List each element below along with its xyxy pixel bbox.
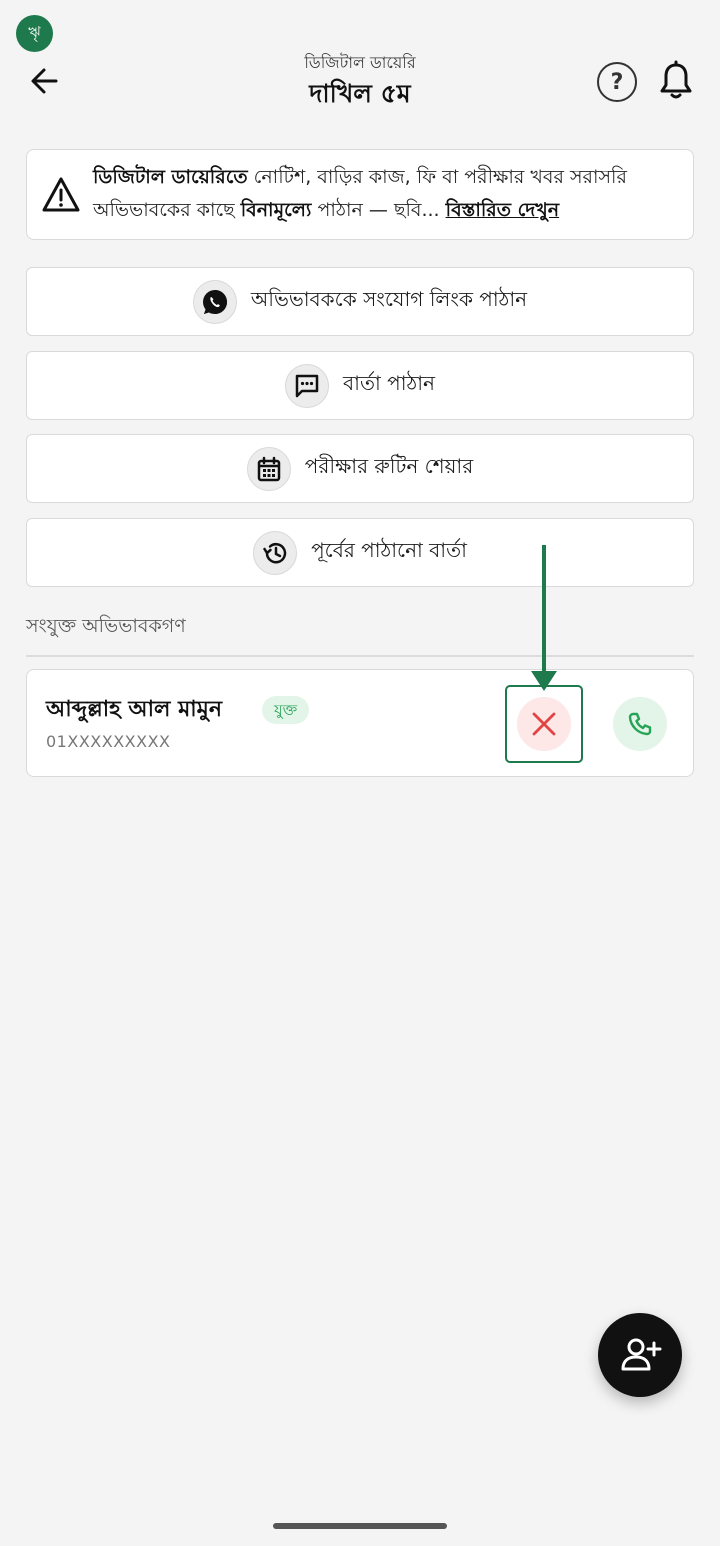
action-label: পরীক্ষার রুটিন শেয়ার (304, 454, 474, 478)
message-icon (285, 363, 330, 408)
status-badge: যুক্ত (262, 696, 310, 724)
call-guardian-button[interactable] (613, 697, 667, 751)
see-details-link[interactable]: বিস্তারিত দেখুন (446, 199, 559, 221)
home-indicator[interactable] (273, 1523, 447, 1529)
notice-bold-mid: বিনামূল্যে (240, 199, 312, 221)
bell-icon (660, 60, 692, 99)
send-message-button[interactable]: বার্তা পাঠান (26, 351, 694, 420)
annotation-arrow (531, 545, 557, 691)
action-label: অভিভাবককে সংযোগ লিংক পাঠান (250, 287, 528, 311)
notice-text: ডিজিটাল ডায়েরিতে নোটিশ, বাড়ির কাজ, ফি … (93, 161, 679, 227)
send-connect-link-button[interactable]: অভিভাবককে সংযোগ লিংক পাঠান (26, 267, 694, 336)
notice-text-2: পাঠান — ছবি... (311, 199, 446, 221)
previous-messages-button[interactable]: পূর্বের পাঠানো বার্তা (26, 518, 694, 587)
remove-guardian-button[interactable] (517, 697, 571, 751)
guardian-phone: 01XXXXXXXXX (46, 732, 171, 751)
action-label: বার্তা পাঠান (343, 371, 435, 395)
connected-guardians-heading: সংযুক্ত অভিভাবকগণ (26, 615, 186, 637)
app-status-badge: ৠ (16, 15, 53, 52)
help-icon: ? (610, 69, 624, 95)
warning-icon (42, 177, 80, 212)
add-guardian-button[interactable] (598, 1313, 682, 1397)
notice-bold-lead: ডিজিটাল ডায়েরিতে (93, 166, 248, 188)
history-icon (253, 530, 298, 575)
guardian-list-item: আব্দুল্লাহ আল মামুন যুক্ত 01XXXXXXXXX (26, 669, 694, 777)
calendar-icon (246, 446, 291, 491)
close-icon (532, 712, 556, 736)
guardian-name: আব্দুল্লাহ আল মামুন (46, 697, 223, 722)
info-notice: ডিজিটাল ডায়েরিতে নোটিশ, বাড়ির কাজ, ফি … (26, 149, 694, 240)
notifications-button[interactable] (656, 60, 696, 102)
add-person-icon (621, 1338, 662, 1371)
phone-icon (628, 712, 652, 736)
action-label: পূর্বের পাঠানো বার্তা (311, 538, 467, 562)
share-exam-routine-button[interactable]: পরীক্ষার রুটিন শেয়ার (26, 434, 694, 503)
help-button[interactable]: ? (597, 62, 637, 102)
whatsapp-icon (192, 279, 237, 324)
section-divider (26, 655, 694, 657)
